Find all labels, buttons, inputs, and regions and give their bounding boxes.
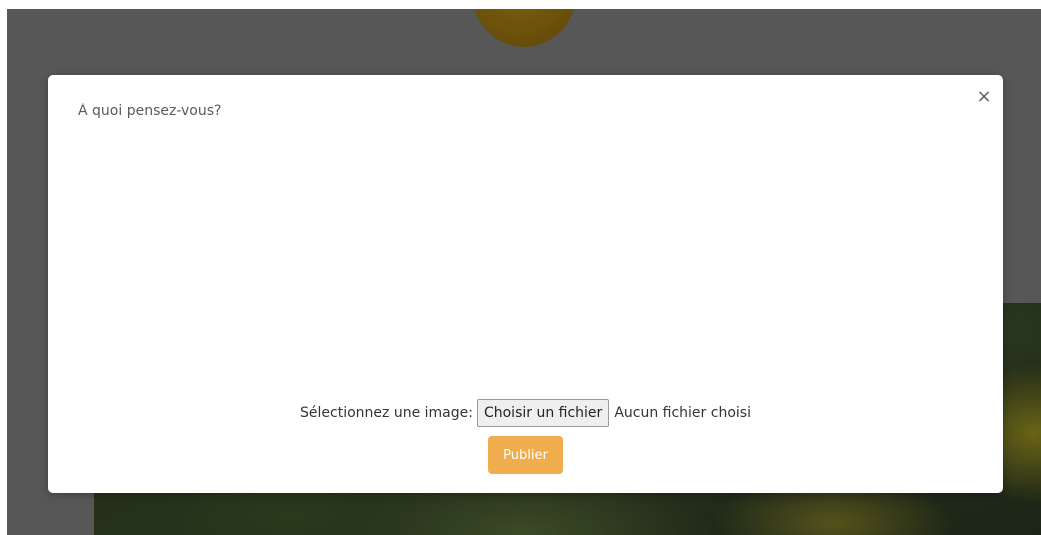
publish-button[interactable]: Publier bbox=[488, 436, 563, 474]
publish-row: Publier bbox=[48, 436, 1003, 474]
post-text-input[interactable] bbox=[78, 103, 958, 373]
close-icon[interactable]: × bbox=[975, 87, 993, 107]
choose-file-button[interactable]: Choisir un fichier bbox=[476, 399, 610, 427]
file-status-text: Aucun fichier choisi bbox=[614, 405, 751, 421]
image-upload-label: Sélectionnez une image: bbox=[300, 405, 473, 421]
background-logo-circle bbox=[472, 9, 576, 47]
page: × Sélectionnez une image: Choisir un fic… bbox=[0, 0, 1041, 535]
post-modal: × Sélectionnez une image: Choisir un fic… bbox=[48, 75, 1003, 493]
image-upload-row: Sélectionnez une image: Choisir un fichi… bbox=[48, 398, 1003, 428]
